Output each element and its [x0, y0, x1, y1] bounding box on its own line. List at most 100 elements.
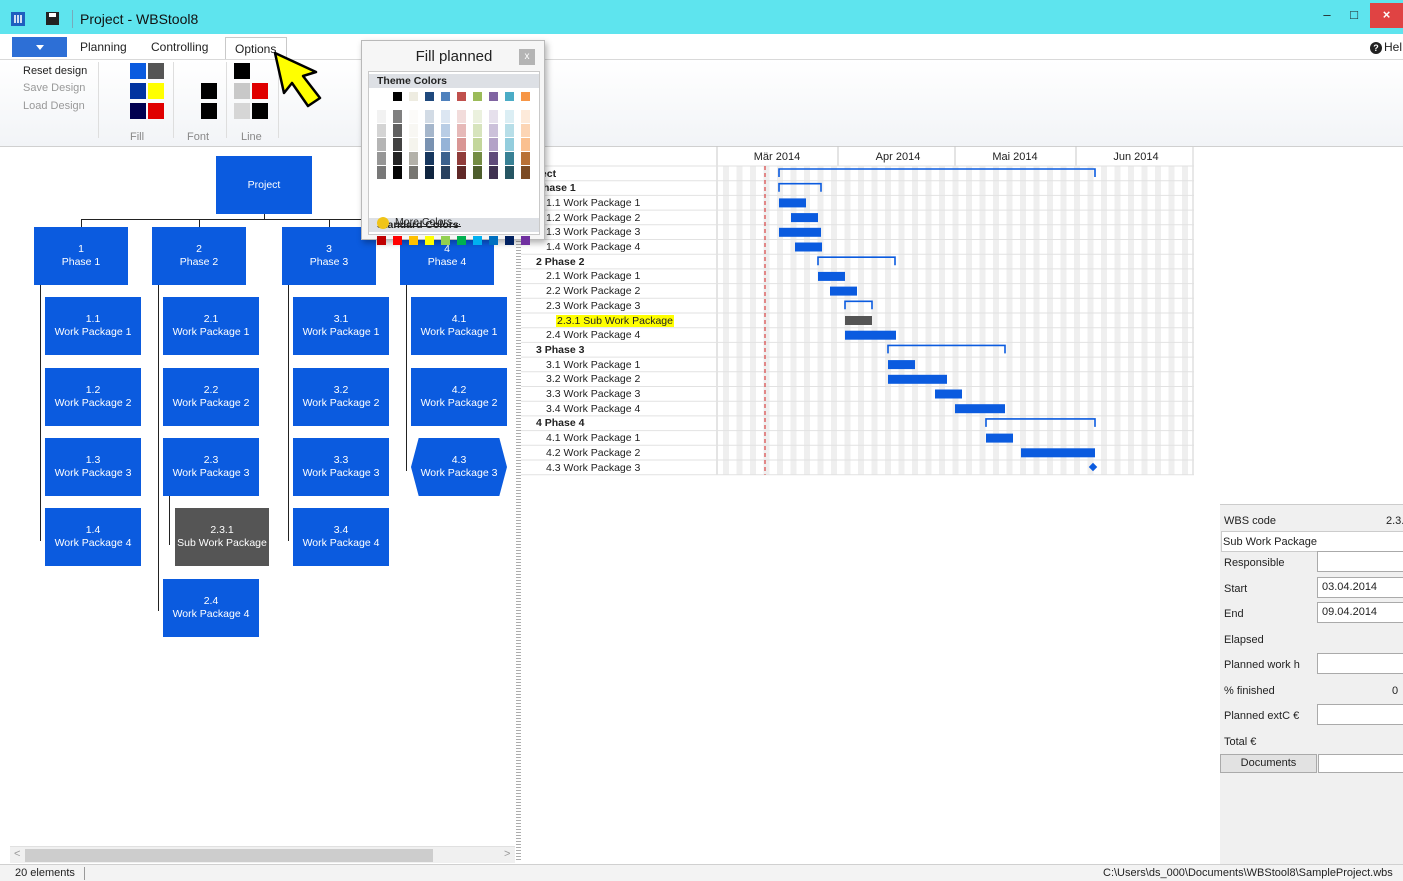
theme-color-shade-swatch[interactable] [393, 166, 402, 179]
line-gray-swatch[interactable] [234, 83, 250, 99]
fill-dark-swatch[interactable] [130, 103, 146, 119]
theme-color-shade-swatch[interactable] [489, 152, 498, 165]
theme-color-shade-swatch[interactable] [377, 110, 386, 123]
scroll-right-icon[interactable]: > [504, 848, 510, 860]
theme-color-swatch[interactable] [425, 92, 434, 101]
theme-color-swatch[interactable] [393, 92, 402, 101]
gantt-row-label[interactable]: 2 Phase 2 [536, 256, 584, 268]
fill-highlight-swatch[interactable] [148, 83, 164, 99]
gantt-row-label[interactable]: 2.4 Work Package 4 [546, 329, 640, 341]
gantt-row-label[interactable]: 4.1 Work Package 1 [546, 432, 640, 444]
theme-color-shade-swatch[interactable] [505, 152, 514, 165]
theme-color-shade-swatch[interactable] [457, 138, 466, 151]
theme-color-shade-swatch[interactable] [457, 110, 466, 123]
theme-color-shade-swatch[interactable] [393, 124, 402, 137]
theme-color-shade-swatch[interactable] [473, 166, 482, 179]
gantt-row-label[interactable]: 4.3 Work Package 3 [546, 462, 640, 474]
line-black-swatch[interactable] [234, 63, 250, 79]
end-date-field[interactable]: 09.04.2014 [1317, 602, 1403, 623]
gantt-row-label[interactable]: 1.4 Work Package 4 [546, 241, 640, 253]
fill-sub-swatch[interactable] [148, 63, 164, 79]
maximize-button[interactable]: □ [1342, 3, 1366, 28]
wbs-node-subpackage[interactable]: 2.3.1 Sub Work Package [175, 508, 269, 566]
gantt-row-label[interactable]: 3 Phase 3 [536, 344, 584, 356]
theme-color-shade-swatch[interactable] [409, 152, 418, 165]
reset-design-link[interactable]: Reset design [23, 65, 87, 77]
wbs-node-package[interactable]: 2.4 Work Package 4 [163, 579, 259, 637]
wbs-node-package[interactable]: 2.1 Work Package 1 [163, 297, 259, 355]
fill-planned-swatch[interactable] [130, 63, 146, 79]
theme-color-swatch[interactable] [409, 92, 418, 101]
documents-field[interactable] [1318, 754, 1403, 773]
gantt-row-label[interactable]: 1.1 Work Package 1 [546, 197, 640, 209]
gantt-row-label[interactable]: 3.3 Work Package 3 [546, 388, 640, 400]
theme-color-swatch[interactable] [441, 92, 450, 101]
theme-color-shade-swatch[interactable] [393, 110, 402, 123]
wbs-node-package[interactable]: 1.1 Work Package 1 [45, 297, 141, 355]
tab-planning[interactable]: Planning [80, 40, 127, 54]
save-design-link[interactable]: Save Design [23, 82, 85, 94]
theme-color-swatch[interactable] [473, 92, 482, 101]
theme-color-swatch[interactable] [521, 92, 530, 101]
theme-color-shade-swatch[interactable] [425, 166, 434, 179]
gantt-row-label[interactable]: 1.2 Work Package 2 [546, 212, 640, 224]
fill-red-swatch[interactable] [148, 103, 164, 119]
theme-color-shade-swatch[interactable] [473, 110, 482, 123]
theme-color-shade-swatch[interactable] [505, 138, 514, 151]
theme-color-shade-swatch[interactable] [441, 124, 450, 137]
close-button[interactable]: × [1370, 3, 1403, 28]
theme-color-shade-swatch[interactable] [473, 152, 482, 165]
name-field[interactable]: Sub Work Package [1221, 531, 1403, 552]
theme-color-shade-swatch[interactable] [521, 138, 530, 151]
line-black-swatch-2[interactable] [252, 103, 268, 119]
line-red-swatch[interactable] [252, 83, 268, 99]
theme-color-shade-swatch[interactable] [441, 152, 450, 165]
start-date-field[interactable]: 03.04.2014 [1317, 577, 1403, 598]
gantt-row-label[interactable]: 3.4 Work Package 4 [546, 403, 640, 415]
theme-color-shade-swatch[interactable] [505, 110, 514, 123]
wbs-node-package[interactable]: 2.3 Work Package 3 [163, 438, 259, 496]
wbs-node-package[interactable]: 1.2 Work Package 2 [45, 368, 141, 426]
standard-color-swatch[interactable] [377, 236, 386, 245]
standard-color-swatch[interactable] [393, 236, 402, 245]
line-lightgray-swatch[interactable] [234, 103, 250, 119]
standard-color-swatch[interactable] [489, 236, 498, 245]
minimize-button[interactable]: – [1315, 3, 1339, 28]
gantt-row-label[interactable]: 3.1 Work Package 1 [546, 359, 640, 371]
theme-color-shade-swatch[interactable] [393, 152, 402, 165]
theme-color-shade-swatch[interactable] [489, 110, 498, 123]
tab-controlling[interactable]: Controlling [151, 40, 208, 54]
more-colors-link[interactable]: More Colors... [395, 216, 461, 228]
gantt-row-label[interactable]: 2.3 Work Package 3 [546, 300, 640, 312]
file-menu-button[interactable] [12, 37, 67, 57]
standard-color-swatch[interactable] [505, 236, 514, 245]
theme-color-shade-swatch[interactable] [409, 166, 418, 179]
theme-color-swatch[interactable] [457, 92, 466, 101]
popup-close-button[interactable]: x [519, 49, 535, 65]
theme-color-shade-swatch[interactable] [441, 110, 450, 123]
theme-color-shade-swatch[interactable] [377, 152, 386, 165]
theme-color-swatch[interactable] [505, 92, 514, 101]
theme-color-shade-swatch[interactable] [489, 166, 498, 179]
theme-color-shade-swatch[interactable] [377, 138, 386, 151]
gantt-row-label[interactable]: 4 Phase 4 [536, 417, 584, 429]
theme-color-shade-swatch[interactable] [505, 124, 514, 137]
wbs-node-package[interactable]: 4.1 Work Package 1 [411, 297, 507, 355]
wbs-node-package[interactable]: 2.2 Work Package 2 [163, 368, 259, 426]
wbs-node-milestone[interactable]: 4.3 Work Package 3 [411, 438, 507, 496]
theme-color-shade-swatch[interactable] [505, 166, 514, 179]
standard-color-swatch[interactable] [425, 236, 434, 245]
standard-color-swatch[interactable] [457, 236, 466, 245]
documents-button[interactable]: Documents [1220, 754, 1317, 773]
gantt-row-label[interactable]: 1.3 Work Package 3 [546, 226, 640, 238]
theme-color-shade-swatch[interactable] [473, 124, 482, 137]
theme-color-shade-swatch[interactable] [409, 124, 418, 137]
font-black-swatch[interactable] [201, 83, 217, 99]
responsible-field[interactable] [1317, 551, 1403, 572]
theme-color-shade-swatch[interactable] [441, 166, 450, 179]
gantt-row-label[interactable]: 3.2 Work Package 2 [546, 373, 640, 385]
theme-color-shade-swatch[interactable] [409, 138, 418, 151]
theme-color-shade-swatch[interactable] [377, 166, 386, 179]
font-black-swatch-2[interactable] [201, 103, 217, 119]
theme-color-shade-swatch[interactable] [425, 110, 434, 123]
